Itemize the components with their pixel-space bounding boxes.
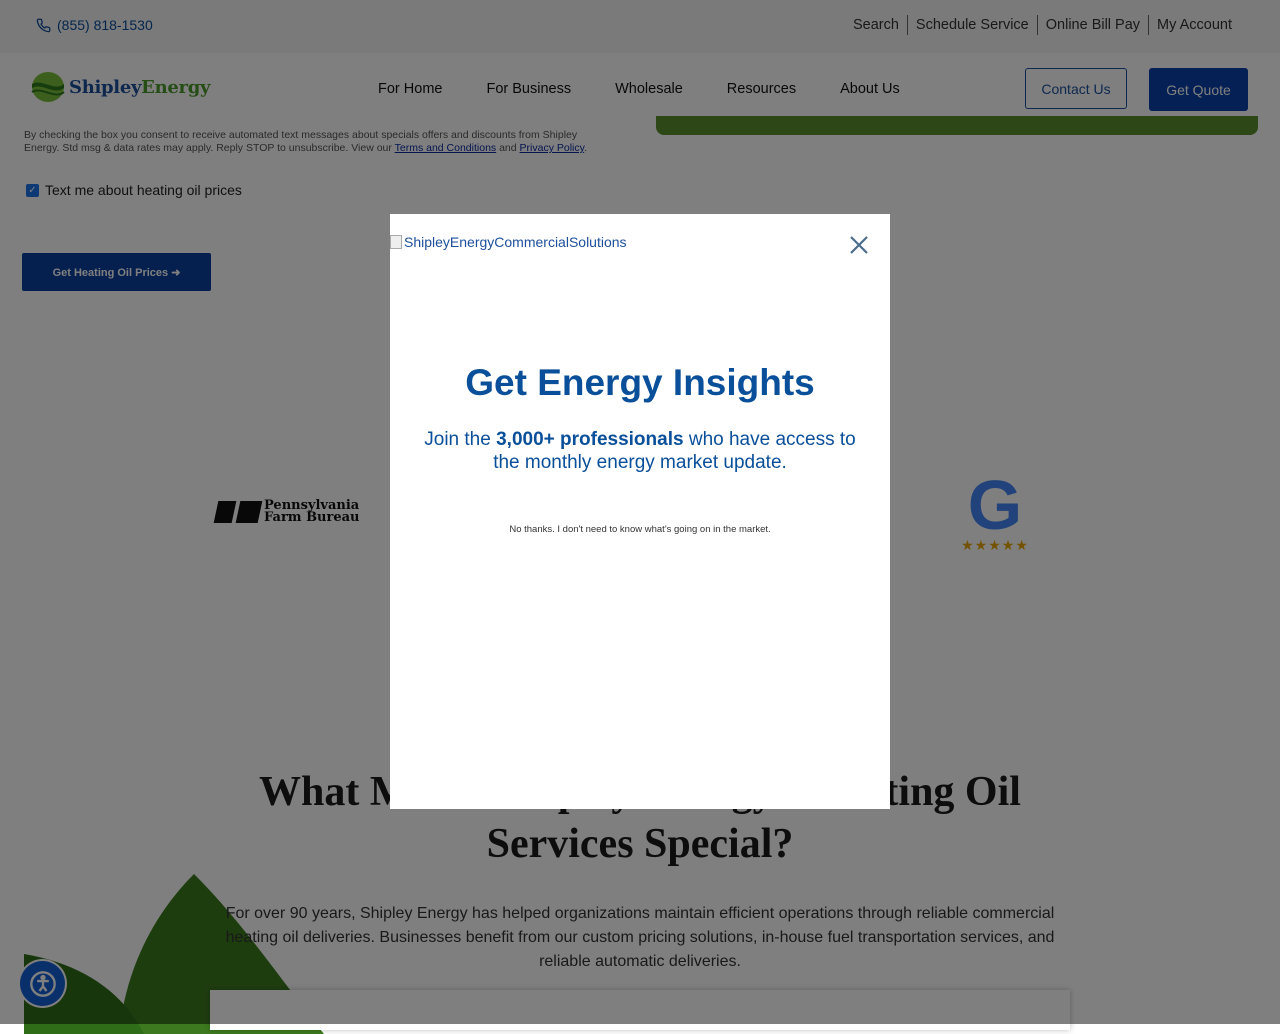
modal-title: Get Energy Insights [465, 362, 815, 403]
decline-link[interactable]: No thanks. I don't need to know what's g… [390, 524, 890, 535]
subtitle-bold: 3,000+ professionals [496, 429, 684, 450]
modal-subtitle: Join the 3,000+ professionals who have a… [410, 428, 870, 474]
close-icon[interactable] [848, 234, 870, 256]
newsletter-modal: ShipleyEnergyCommercialSolutions Get Ene… [390, 214, 890, 809]
subtitle-pre: Join the [424, 429, 497, 450]
modal-image: ShipleyEnergyCommercialSolutions [390, 234, 627, 250]
modal-image-alt: ShipleyEnergyCommercialSolutions [404, 234, 627, 250]
broken-image-icon [390, 235, 402, 249]
